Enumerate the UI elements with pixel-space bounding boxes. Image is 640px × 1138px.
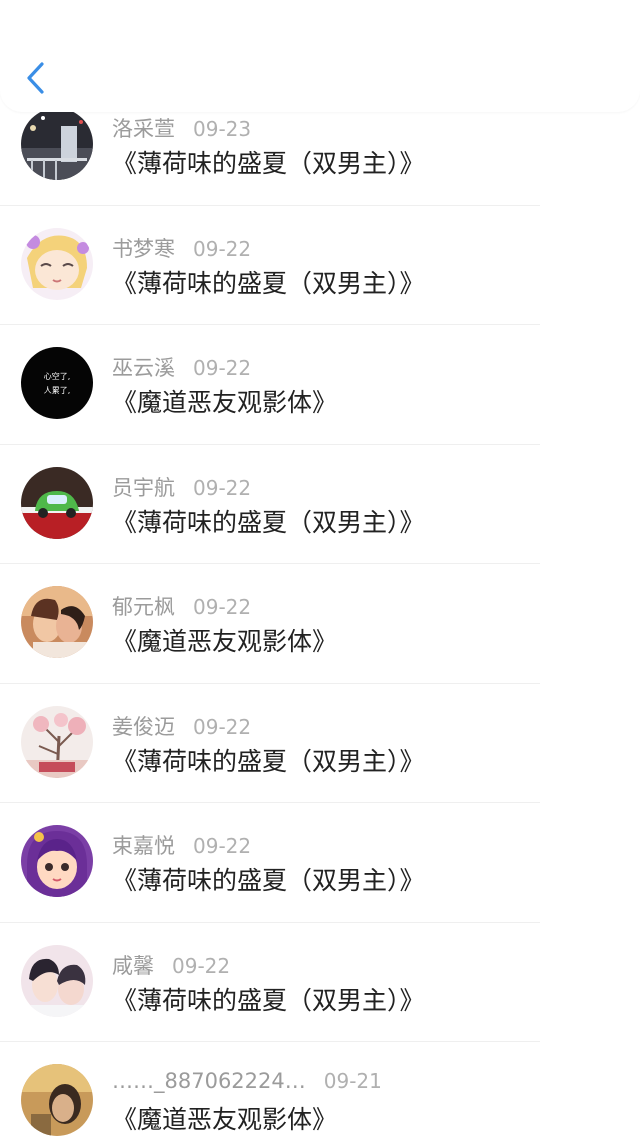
sender-name: 书梦寒 [112, 236, 175, 261]
sender-name: ……_887062224… [112, 1069, 306, 1093]
message-title: 《薄荷味的盛夏（双男主）》 [112, 268, 425, 298]
avatar[interactable]: 心空了, 人累了, [21, 347, 93, 419]
message-title: 《薄荷味的盛夏（双男主）》 [112, 866, 425, 895]
avatar[interactable] [21, 705, 93, 778]
sender-name: 姜俊迈 [112, 714, 175, 739]
sender-name: 员宇航 [112, 475, 175, 500]
list-item[interactable]: 姜俊迈 09-22 《薄荷味的盛夏（双男主）》 [0, 684, 640, 804]
message-date: 09-22 [193, 236, 252, 261]
message-title: 《薄荷味的盛夏（双男主）》 [112, 746, 425, 776]
message-list: 洛采萱 09-23 《薄荷味的盛夏（双男主）》 书梦寒 09-22 《薄荷味的盛… [0, 90, 640, 1138]
avatar[interactable] [21, 227, 93, 300]
list-item[interactable]: 咸馨 09-22 《薄荷味的盛夏（双男主）》 [0, 923, 640, 1043]
message-date: 09-22 [193, 595, 252, 619]
sender-name: 束嘉悦 [112, 834, 175, 858]
avatar[interactable] [21, 586, 93, 658]
message-title: 《魔道恶友观影体》 [112, 627, 338, 656]
avatar[interactable] [21, 466, 93, 539]
list-item[interactable]: 员宇航 09-22 《薄荷味的盛夏（双男主）》 [0, 445, 640, 565]
avatar[interactable] [21, 944, 93, 1017]
message-date: 09-21 [323, 1069, 382, 1093]
sender-name: 咸馨 [112, 953, 154, 978]
message-date: 09-22 [193, 834, 252, 858]
avatar[interactable] [21, 1064, 93, 1136]
message-title: 《薄荷味的盛夏（双男主）》 [112, 507, 425, 537]
message-date: 09-22 [172, 953, 231, 978]
message-title: 《魔道恶友观影体》 [112, 1105, 338, 1134]
list-item[interactable]: ……_887062224… 09-21 《魔道恶友观影体》 [0, 1042, 640, 1138]
back-button[interactable] [18, 58, 54, 98]
avatar[interactable] [21, 108, 93, 180]
message-date: 09-23 [193, 117, 252, 141]
sender-name: 洛采萱 [112, 117, 175, 141]
sender-name: 郁元枫 [112, 595, 175, 619]
avatar-text-line: 人累了, [44, 386, 71, 395]
list-item[interactable]: 心空了, 人累了, 巫云溪 09-22 《魔道恶友观影体》 [0, 325, 640, 445]
list-item[interactable]: 束嘉悦 09-22 《薄荷味的盛夏（双男主）》 [0, 803, 640, 923]
message-date: 09-22 [193, 475, 252, 500]
message-title: 《魔道恶友观影体》 [112, 388, 338, 417]
chevron-left-icon [27, 62, 44, 94]
top-nav-bar [0, 0, 640, 112]
message-title: 《薄荷味的盛夏（双男主）》 [112, 985, 425, 1015]
avatar-text-line: 心空了, [44, 371, 71, 381]
sender-name: 巫云溪 [112, 356, 175, 380]
list-item[interactable]: 郁元枫 09-22 《魔道恶友观影体》 [0, 564, 640, 684]
avatar[interactable] [21, 825, 93, 897]
message-date: 09-22 [193, 356, 252, 380]
list-item[interactable]: 书梦寒 09-22 《薄荷味的盛夏（双男主）》 [0, 206, 640, 326]
message-title: 《薄荷味的盛夏（双男主）》 [112, 149, 425, 178]
message-date: 09-22 [193, 714, 252, 739]
